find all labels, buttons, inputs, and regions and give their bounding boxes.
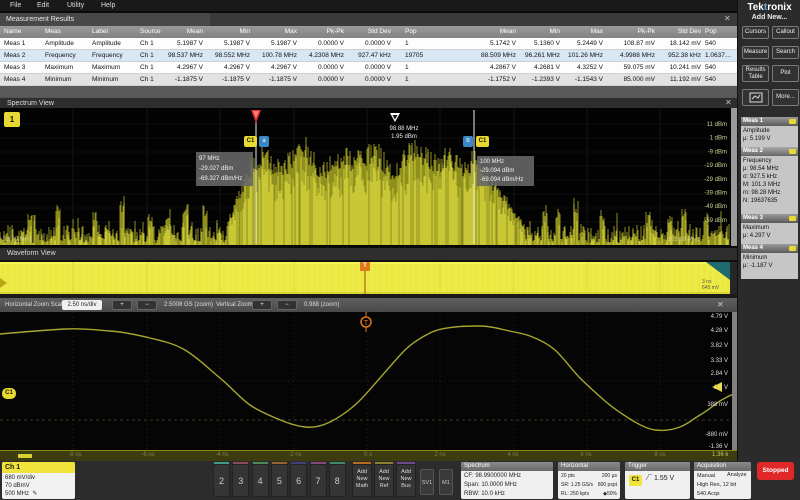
svg-text:3.33 V: 3.33 V [711, 358, 728, 364]
svg-text:2.84 V: 2.84 V [711, 371, 728, 377]
svg-text:388 mV: 388 mV [707, 402, 728, 408]
svg-text:-29 dBm: -29 dBm [704, 177, 727, 183]
svg-text:-39 dBm: -39 dBm [704, 191, 727, 197]
svg-text:-59 dBm: -59 dBm [704, 218, 727, 224]
svg-text:-49 dBm: -49 dBm [704, 204, 727, 210]
svg-text:11 dBm: 11 dBm [707, 122, 727, 128]
svg-text:-880 mV: -880 mV [705, 432, 728, 438]
svg-text:1.9 V: 1.9 V [714, 385, 728, 391]
svg-text:103.99 MHz: 103.99 MHz [668, 237, 700, 243]
svg-text:4.28 V: 4.28 V [711, 328, 728, 334]
svg-text:1 dBm: 1 dBm [710, 136, 727, 142]
svg-text:93.99 MHz: 93.99 MHz [3, 237, 32, 243]
svg-text:98.88 MHz: 98.88 MHz [389, 126, 418, 132]
svg-text:T: T [364, 320, 369, 327]
svg-text:4.79 V: 4.79 V [711, 314, 728, 320]
svg-text:-9 dBm: -9 dBm [708, 149, 727, 155]
svg-text:3.82 V: 3.82 V [711, 343, 728, 349]
svg-text:-19 dBm: -19 dBm [704, 163, 727, 169]
svg-text:1.95 dBm: 1.95 dBm [391, 134, 417, 140]
